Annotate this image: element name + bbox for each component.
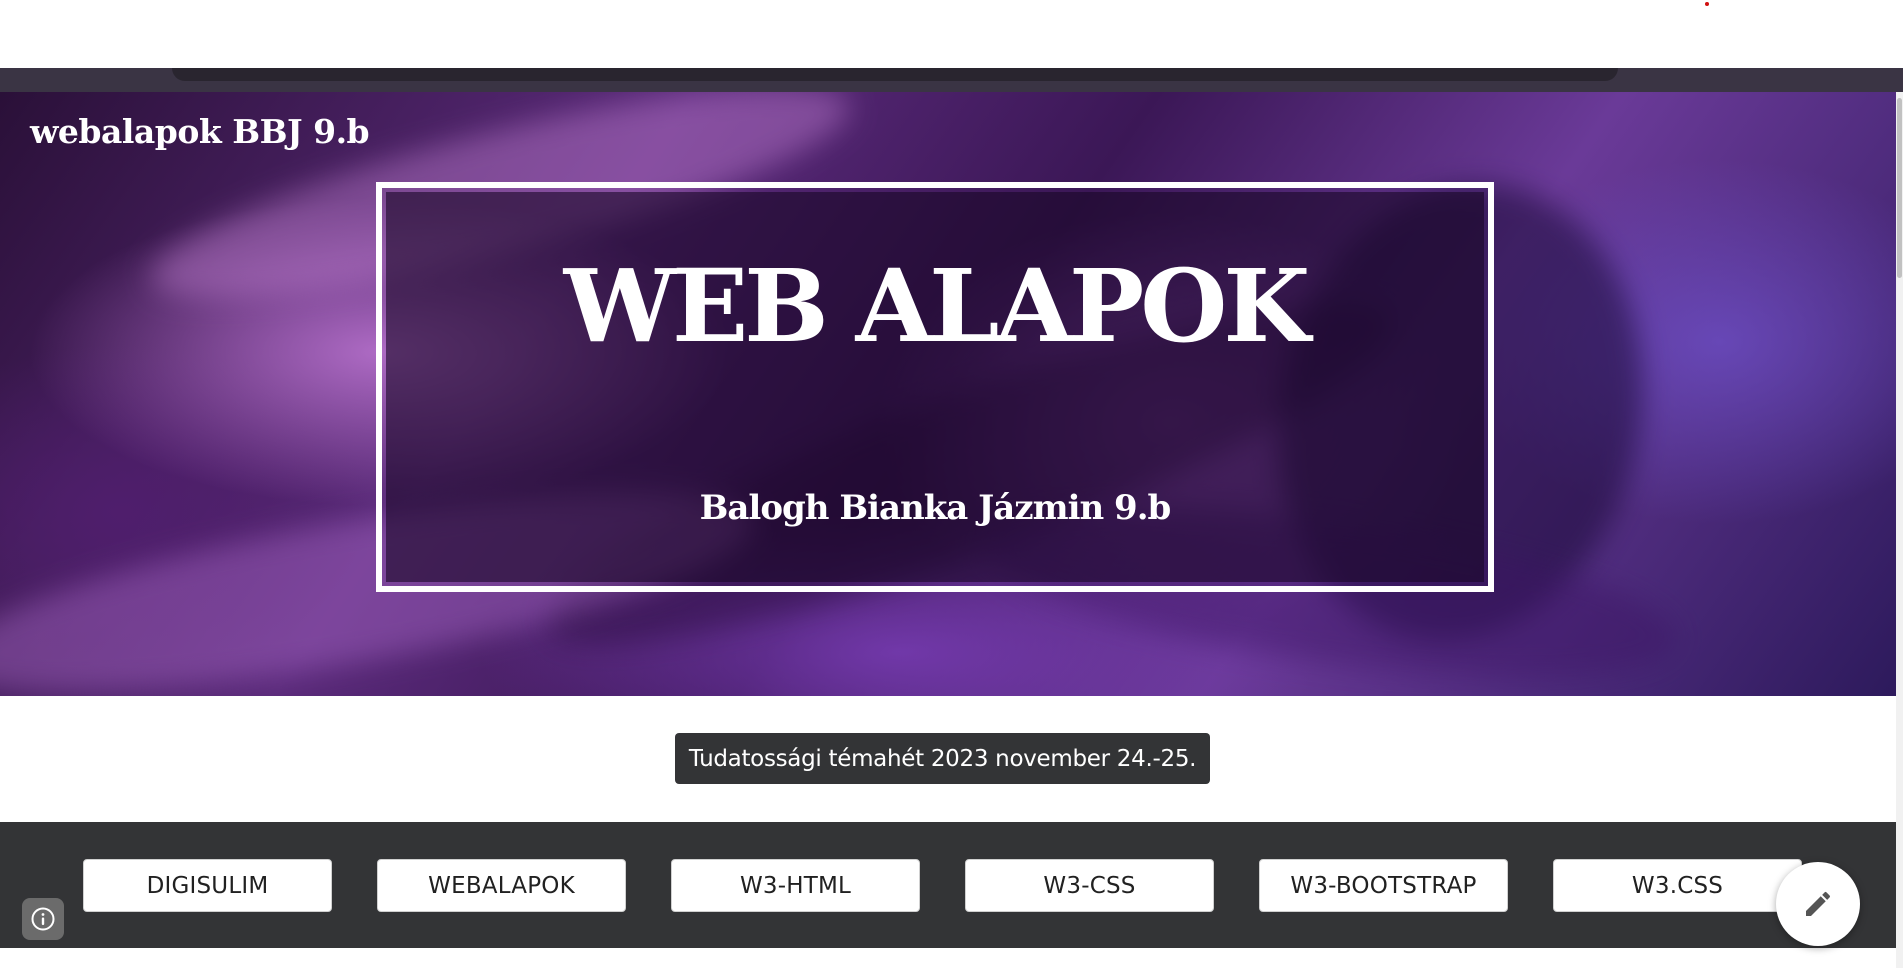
page-scrollbar[interactable] bbox=[1896, 92, 1903, 968]
info-icon bbox=[31, 907, 55, 931]
site-title[interactable]: webalapok BBJ 9.b bbox=[30, 112, 370, 151]
nav-button-webalapok[interactable]: WEBALAPOK bbox=[377, 859, 626, 912]
announcement-badge: Tudatossági témahét 2023 november 24.-25… bbox=[675, 733, 1210, 784]
hero-banner: webalapok BBJ 9.b WEB ALAPOK Balogh Bian… bbox=[0, 92, 1896, 696]
hero-heading: WEB ALAPOK bbox=[563, 247, 1311, 365]
pencil-icon bbox=[1806, 891, 1831, 916]
info-button[interactable] bbox=[22, 898, 64, 940]
nav-button-w3-css-alt[interactable]: W3.CSS bbox=[1553, 859, 1802, 912]
browser-strip bbox=[0, 68, 1903, 92]
browser-top-area bbox=[0, 0, 1903, 68]
hero-subtitle: Balogh Bianka Jázmin 9.b bbox=[699, 488, 1172, 528]
edit-button[interactable] bbox=[1776, 862, 1860, 946]
scrollbar-thumb[interactable] bbox=[1897, 98, 1902, 278]
nav-button-w3-html[interactable]: W3-HTML bbox=[671, 859, 920, 912]
hero-frame: WEB ALAPOK Balogh Bianka Jázmin 9.b bbox=[376, 182, 1494, 592]
link-button-bar: DIGISULIM WEBALAPOK W3-HTML W3-CSS W3-BO… bbox=[0, 822, 1896, 948]
nav-button-w3-bootstrap[interactable]: W3-BOOTSTRAP bbox=[1259, 859, 1508, 912]
notification-dot bbox=[1705, 2, 1709, 6]
nav-button-w3-css[interactable]: W3-CSS bbox=[965, 859, 1214, 912]
address-bar[interactable] bbox=[172, 68, 1618, 81]
nav-button-digisulim[interactable]: DIGISULIM bbox=[83, 859, 332, 912]
